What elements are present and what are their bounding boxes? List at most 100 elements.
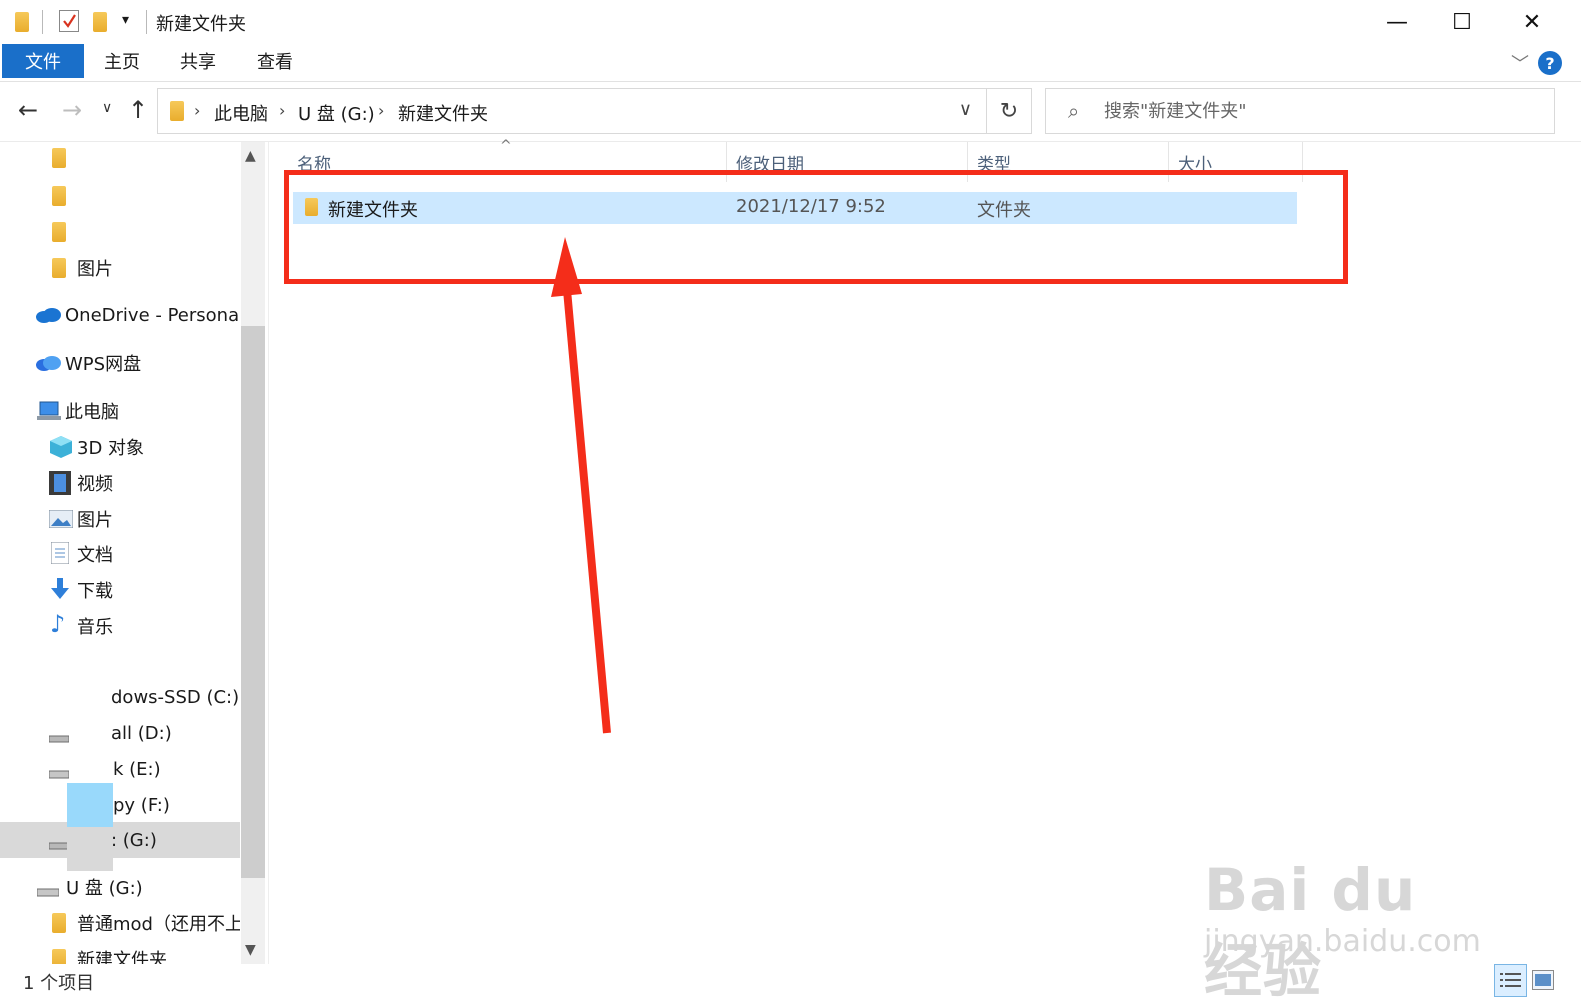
recent-locations-chevron-icon[interactable]: ∨ (102, 100, 112, 116)
nav-item-label: 下载 (77, 581, 113, 602)
nav-item-drive-g[interactable]: : (G:) (0, 822, 240, 858)
address-bar[interactable]: › 此电脑 › U 盘 (G:) › 新建文件夹 ∨ (157, 88, 987, 134)
nav-item-drive-e[interactable]: k (E:) (0, 751, 240, 787)
pictures-icon (49, 510, 73, 528)
nav-item-label: 3D 对象 (77, 438, 145, 459)
nav-item-music[interactable]: ♪ 音乐 (0, 608, 240, 644)
divider (42, 10, 43, 34)
nav-item-drive-c[interactable]: dows-SSD (C:) (0, 679, 240, 715)
music-icon: ♪ (50, 610, 66, 638)
nav-item-label: 普通mod（还用不上 (77, 914, 240, 935)
up-arrow-icon[interactable]: ↑ (128, 96, 148, 124)
download-icon (51, 578, 69, 599)
tab-file[interactable]: 文件 (2, 44, 84, 78)
title-bar: ▾ 新建文件夹 — ☐ ✕ (0, 0, 1581, 44)
help-icon[interactable]: ? (1538, 51, 1562, 75)
window-title: 新建文件夹 (156, 14, 246, 35)
scroll-down-arrow-icon[interactable]: ▼ (245, 942, 256, 958)
nav-item-label: dows-SSD (C:) (111, 686, 240, 708)
drive-icon (49, 735, 69, 743)
search-input[interactable] (1104, 89, 1544, 133)
usb-drive-icon (37, 888, 59, 897)
nav-item-cut-folder[interactable] (0, 142, 240, 172)
close-button[interactable]: ✕ (1497, 0, 1567, 44)
refresh-button[interactable]: ↻ (987, 88, 1032, 134)
navigation-pane: 图片 OneDrive - Personal WPS网盘 此电脑 3D 对象 视… (0, 142, 268, 964)
nav-item-label: 图片 (77, 259, 113, 280)
folder-icon (52, 258, 66, 278)
redaction-block (67, 783, 113, 827)
nav-item-label: all (D:) (111, 722, 172, 744)
nav-item-pictures-quick[interactable]: 图片 (0, 250, 240, 286)
nav-item-label: 图片 (77, 510, 113, 531)
back-arrow-icon[interactable]: ← (18, 96, 38, 124)
expand-ribbon-chevron-icon[interactable]: ﹀ (1511, 50, 1529, 76)
wps-cloud-icon (36, 356, 61, 371)
nav-item-folder[interactable] (0, 178, 240, 214)
ribbon-tabs: 文件 主页 共享 查看 ﹀ ? (0, 44, 1581, 82)
nav-item-label: WPS网盘 (65, 354, 142, 375)
details-view-icon (1499, 972, 1521, 987)
computer-icon (37, 401, 61, 420)
large-icons-view-button[interactable] (1532, 970, 1554, 990)
customize-quick-access-dropdown-icon[interactable]: ▾ (122, 12, 129, 28)
folder-icon (52, 148, 66, 168)
redaction-block (67, 827, 113, 871)
folder-icon (52, 222, 66, 242)
nav-item-onedrive[interactable]: OneDrive - Personal (0, 297, 240, 333)
breadcrumb-separator-icon[interactable]: › (279, 101, 285, 120)
nav-item-downloads[interactable]: 下载 (0, 572, 240, 608)
nav-item-usb-drive[interactable]: U 盘 (G:) (0, 869, 240, 905)
nav-item-folder-mod[interactable]: 普通mod（还用不上 (0, 905, 240, 941)
tab-view[interactable]: 查看 (243, 44, 307, 78)
status-bar: 1 个项目 (0, 964, 1581, 1006)
large-icons-view-icon (1535, 974, 1551, 986)
navigation-bar: ← → ∨ ↑ › 此电脑 › U 盘 (G:) › 新建文件夹 ∨ ↻ ⌕ (0, 82, 1581, 142)
address-history-chevron-icon[interactable]: ∨ (959, 99, 972, 120)
nav-item-new-folder[interactable]: 新建文件夹 (0, 941, 240, 964)
details-view-button[interactable] (1494, 964, 1527, 997)
breadcrumb-separator-icon[interactable]: › (378, 101, 384, 120)
new-folder-icon[interactable] (93, 12, 107, 32)
breadcrumb-usb-drive[interactable]: U 盘 (G:) (298, 100, 375, 126)
nav-item-label: py (F:) (113, 794, 170, 816)
watermark-url: jingyan.baidu.com (1204, 924, 1481, 959)
folder-icon (52, 186, 66, 206)
nav-item-3d-objects[interactable]: 3D 对象 (0, 429, 240, 465)
nav-item-pictures[interactable]: 图片 (0, 501, 240, 537)
search-icon: ⌕ (1068, 99, 1080, 123)
onedrive-cloud-icon (36, 308, 61, 323)
nav-item-videos[interactable]: 视频 (0, 465, 240, 501)
nav-item-label: 此电脑 (65, 402, 119, 423)
scroll-up-arrow-icon[interactable]: ▲ (245, 148, 256, 164)
refresh-icon: ↻ (999, 98, 1019, 124)
nav-item-drive-f[interactable]: py (F:) (0, 787, 240, 823)
nav-item-documents[interactable]: 文档 (0, 536, 240, 572)
maximize-button[interactable]: ☐ (1427, 0, 1497, 44)
forward-arrow-icon[interactable]: → (62, 96, 82, 124)
nav-item-label: OneDrive - Personal (65, 304, 240, 326)
nav-item-label: k (E:) (113, 758, 161, 780)
properties-checkmark-icon[interactable] (59, 10, 79, 32)
breadcrumb-this-pc[interactable]: 此电脑 (214, 100, 268, 126)
nav-item-folder[interactable] (0, 214, 240, 250)
nav-item-wps-cloud[interactable]: WPS网盘 (0, 345, 240, 381)
tab-home[interactable]: 主页 (90, 44, 154, 78)
nav-item-drive-d[interactable]: all (D:) (0, 715, 240, 751)
nav-item-this-pc[interactable]: 此电脑 (0, 393, 240, 429)
folder-icon (170, 101, 184, 121)
nav-scrollbar-thumb[interactable] (241, 326, 265, 878)
drive-icon (49, 770, 69, 779)
nav-item-label: : (G:) (111, 829, 157, 851)
breadcrumb-separator-icon[interactable]: › (194, 101, 200, 120)
item-count: 1 个项目 (23, 973, 95, 994)
nav-item-label: 音乐 (77, 617, 113, 638)
drive-icon (49, 842, 69, 850)
breadcrumb-current-folder[interactable]: 新建文件夹 (398, 100, 488, 126)
folder-icon (52, 949, 66, 964)
minimize-button[interactable]: — (1362, 0, 1432, 44)
nav-item-label: 新建文件夹 (77, 950, 167, 964)
3d-objects-icon (50, 436, 72, 458)
search-box[interactable]: ⌕ (1045, 88, 1555, 134)
tab-share[interactable]: 共享 (166, 44, 230, 78)
